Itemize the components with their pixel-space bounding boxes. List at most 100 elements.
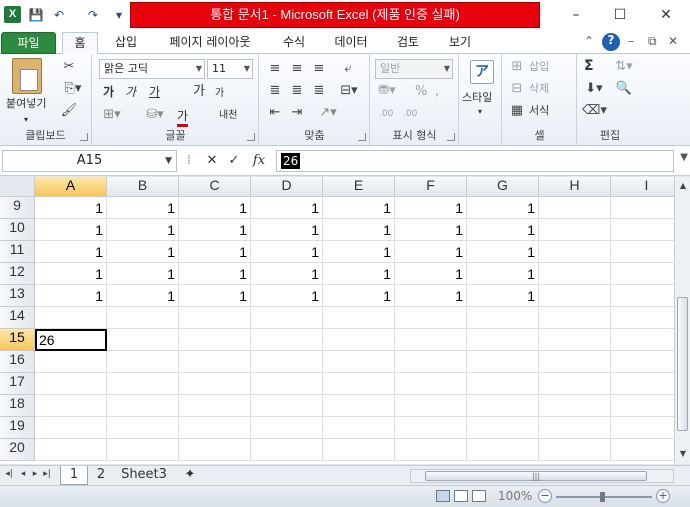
cell-i12[interactable] — [611, 263, 674, 285]
tab-view[interactable]: 보기 — [440, 32, 480, 54]
align-top-icon[interactable]: ≡ — [266, 60, 284, 78]
scroll-down-icon[interactable]: ▼ — [676, 447, 690, 461]
cell-i9[interactable] — [611, 197, 674, 219]
column-header-c[interactable]: C — [179, 177, 251, 197]
align-left-icon[interactable]: ≣ — [266, 82, 284, 100]
column-header-e[interactable]: E — [323, 177, 395, 197]
tab-insert[interactable]: 삽입 — [106, 32, 146, 54]
cell-c14[interactable] — [179, 307, 251, 329]
cell-e14[interactable] — [323, 307, 395, 329]
column-header-f[interactable]: F — [395, 177, 467, 197]
format-cells-button[interactable]: 서식 — [529, 103, 549, 119]
cell-d19[interactable] — [251, 417, 323, 439]
cell-c20[interactable] — [179, 439, 251, 461]
cell-b9[interactable]: 1 — [107, 197, 179, 219]
clipboard-launcher-icon[interactable] — [80, 133, 88, 141]
find-select-icon[interactable]: 🔍 — [612, 80, 636, 98]
cell-i19[interactable] — [611, 417, 674, 439]
format-painter-icon[interactable]: 🖌 — [60, 102, 78, 120]
cell-h12[interactable] — [539, 263, 611, 285]
cell-c19[interactable] — [179, 417, 251, 439]
cell-h13[interactable] — [539, 285, 611, 307]
horizontal-scrollbar[interactable]: ||| — [410, 469, 674, 483]
font-name-select[interactable]: 맑은 고딕 ▼ — [99, 59, 205, 79]
cell-a17[interactable] — [35, 373, 107, 395]
cell-g9[interactable]: 1 — [467, 197, 539, 219]
row-header-13[interactable]: 13 — [0, 285, 35, 307]
column-header-h[interactable]: H — [539, 177, 611, 197]
cell-e9[interactable]: 1 — [323, 197, 395, 219]
zoom-in-button[interactable]: + — [656, 489, 670, 503]
cell-h11[interactable] — [539, 241, 611, 263]
normal-view-icon[interactable] — [436, 490, 450, 502]
workbook-minimize-icon[interactable]: – — [628, 34, 640, 50]
cell-b19[interactable] — [107, 417, 179, 439]
formula-bar-splitter[interactable]: ⁞ — [184, 151, 194, 171]
customize-qat-icon[interactable]: ▾ — [114, 6, 124, 24]
cell-b17[interactable] — [107, 373, 179, 395]
formula-input[interactable]: 26 — [276, 150, 674, 172]
cell-g13[interactable]: 1 — [467, 285, 539, 307]
sheet-tab-sheet3[interactable]: Sheet3 — [116, 466, 172, 485]
align-middle-icon[interactable]: ≡ — [288, 60, 306, 78]
cell-d20[interactable] — [251, 439, 323, 461]
insert-function-icon[interactable]: fx — [250, 151, 268, 171]
cell-f13[interactable]: 1 — [395, 285, 467, 307]
cell-h17[interactable] — [539, 373, 611, 395]
cell-g15[interactable] — [467, 329, 539, 351]
cell-h19[interactable] — [539, 417, 611, 439]
last-sheet-icon[interactable]: ▸| — [42, 469, 52, 479]
page-layout-view-icon[interactable] — [454, 490, 468, 502]
cell-f19[interactable] — [395, 417, 467, 439]
cell-c12[interactable]: 1 — [179, 263, 251, 285]
decrease-decimal-button[interactable]: .00 — [403, 106, 417, 122]
cell-f17[interactable] — [395, 373, 467, 395]
cell-g19[interactable] — [467, 417, 539, 439]
horizontal-scroll-thumb[interactable]: ||| — [425, 471, 647, 481]
row-header-14[interactable]: 14 — [0, 307, 35, 329]
cell-a12[interactable]: 1 — [35, 263, 107, 285]
insert-cells-icon[interactable]: ⊞ — [509, 58, 525, 76]
cell-a18[interactable] — [35, 395, 107, 417]
cell-h15[interactable] — [539, 329, 611, 351]
zoom-slider-knob[interactable] — [600, 492, 605, 502]
cell-h9[interactable] — [539, 197, 611, 219]
worksheet-grid[interactable]: A B C D E F G H I 9 1 1 1 1 1 1 1 10 1 1 1 1 1 1 1 11 1 1 1 1 1 1 1 12 1 1 1… — [0, 177, 674, 464]
minimize-ribbon-icon[interactable]: ⌃ — [584, 34, 596, 50]
cell-d17[interactable] — [251, 373, 323, 395]
cell-b20[interactable] — [107, 439, 179, 461]
cell-a15[interactable]: 26 — [35, 329, 107, 351]
cell-c16[interactable] — [179, 351, 251, 373]
cell-e11[interactable]: 1 — [323, 241, 395, 263]
align-center-icon[interactable]: ≣ — [288, 82, 306, 100]
vertical-scrollbar[interactable]: ▲ ▼ — [674, 177, 690, 464]
percent-button[interactable]: % — [415, 84, 427, 100]
maximize-button[interactable]: ☐ — [600, 3, 640, 27]
column-header-g[interactable]: G — [467, 177, 539, 197]
clear-icon[interactable]: ⌫▾ — [582, 102, 607, 120]
styles-dropdown-icon[interactable]: ▾ — [478, 104, 482, 120]
row-header-18[interactable]: 18 — [0, 395, 35, 417]
delete-cells-icon[interactable]: ⊟ — [509, 80, 525, 98]
workbook-close-icon[interactable]: ✕ — [668, 34, 682, 50]
cell-e10[interactable]: 1 — [323, 219, 395, 241]
cell-a9[interactable]: 1 — [35, 197, 107, 219]
cell-f12[interactable]: 1 — [395, 263, 467, 285]
border-icon[interactable]: ⊞▾ — [101, 106, 123, 124]
cell-i17[interactable] — [611, 373, 674, 395]
cell-a14[interactable] — [35, 307, 107, 329]
column-header-b[interactable]: B — [107, 177, 179, 197]
cell-c9[interactable]: 1 — [179, 197, 251, 219]
cell-styles-icon[interactable]: ア — [470, 60, 494, 84]
cell-h16[interactable] — [539, 351, 611, 373]
shrink-font-button[interactable]: 가 — [215, 86, 224, 102]
cell-f15[interactable] — [395, 329, 467, 351]
undo-icon[interactable]: ↶ — [50, 6, 68, 24]
comma-button[interactable]: , — [435, 84, 439, 100]
cut-icon[interactable]: ✂ — [60, 58, 78, 76]
cell-h14[interactable] — [539, 307, 611, 329]
italic-button[interactable]: 가 — [125, 84, 136, 100]
sheet-tab-1[interactable]: 1 — [60, 466, 88, 485]
column-header-a[interactable]: A — [35, 177, 107, 197]
fill-color-icon[interactable]: ⛁▾ — [143, 106, 167, 124]
